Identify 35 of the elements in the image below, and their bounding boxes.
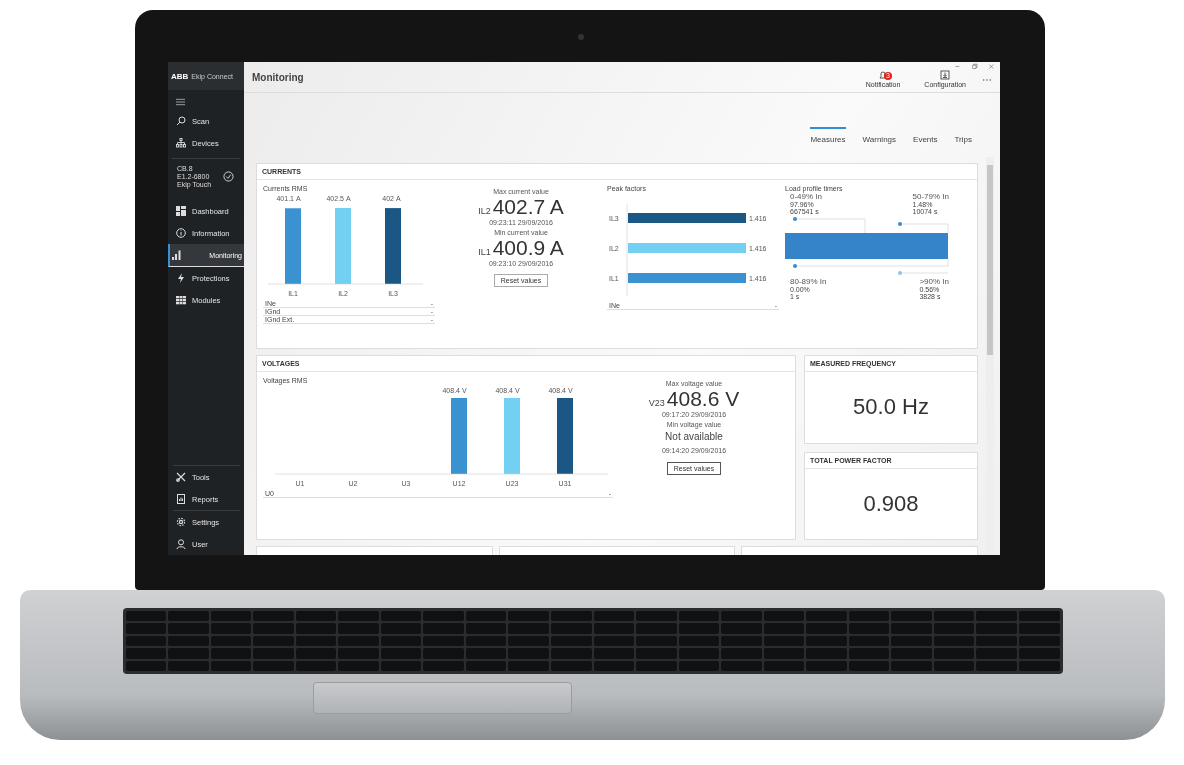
measured-value: 400.9 A: [492, 236, 564, 260]
grid-icon: [176, 295, 186, 305]
settings-icon: [176, 517, 186, 527]
window-controls-icon[interactable]: [954, 63, 994, 70]
webcam: [578, 34, 584, 40]
tools-icon: [176, 472, 186, 482]
tab[interactable]: Events: [913, 127, 938, 147]
bar-chart-icon: [172, 250, 182, 260]
network-icon: [176, 138, 186, 148]
range-label: 80-89% In: [790, 277, 827, 286]
search-icon: [176, 116, 186, 126]
tab[interactable]: Measures: [810, 127, 846, 147]
dashboard-icon: [176, 206, 186, 216]
measured-value: Not available: [665, 431, 723, 442]
lightning-icon: [176, 273, 186, 283]
phase-label: IL1: [478, 247, 491, 257]
measured-value: 402.7 A: [492, 195, 564, 219]
info-icon: [176, 228, 186, 238]
phase-label: V23: [648, 398, 665, 408]
page-title: Monitoring: [252, 71, 305, 83]
tab[interactable]: Warnings: [862, 127, 897, 147]
range-label: >90% In: [919, 277, 949, 286]
user-icon: [176, 539, 186, 549]
measured-value: 50.0 Hz: [853, 394, 929, 421]
measured-value: 408.6 V: [666, 387, 740, 411]
phase-label: IL2: [478, 206, 491, 216]
range-label: 50-79% In: [912, 192, 949, 201]
more-icon[interactable]: [982, 78, 992, 82]
tab[interactable]: Trips: [954, 127, 972, 147]
measured-value: 0.908: [863, 490, 919, 517]
range-label: 0-49% In: [790, 192, 823, 201]
logo: ABB: [171, 71, 189, 81]
menu-icon[interactable]: [176, 98, 185, 106]
download-icon: [940, 70, 951, 80]
document-icon: [176, 494, 186, 504]
